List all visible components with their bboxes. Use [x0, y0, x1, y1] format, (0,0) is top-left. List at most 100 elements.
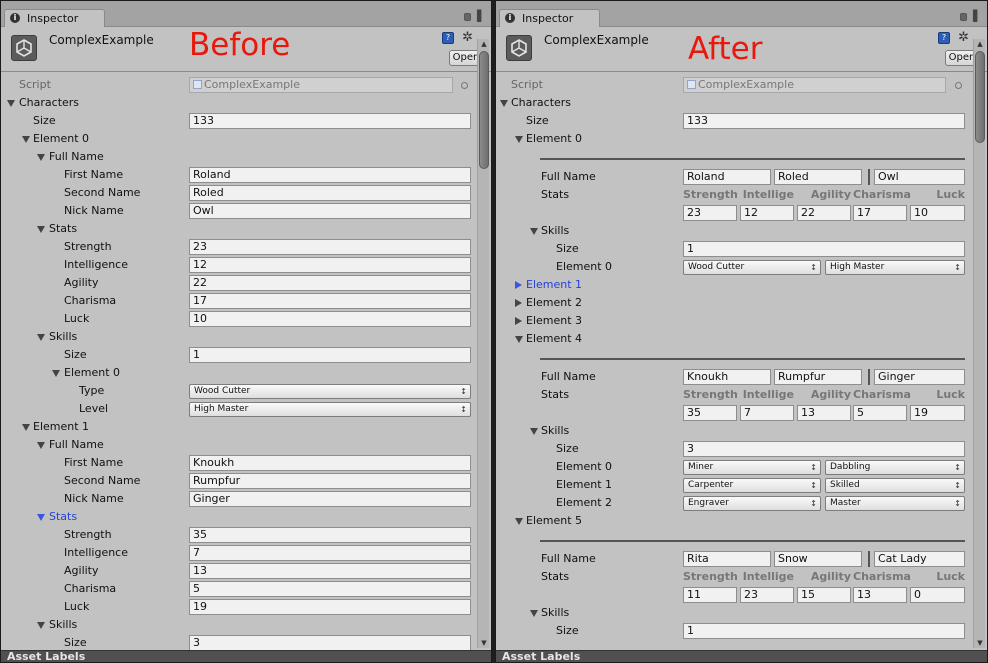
foldout-open-icon[interactable]	[515, 136, 523, 143]
text-field[interactable]: 13	[797, 405, 851, 421]
text-field[interactable]: Knoukh	[189, 455, 471, 471]
text-field[interactable]: 12	[740, 205, 794, 221]
dropdown[interactable]: High Master	[189, 402, 471, 417]
text-field[interactable]: Owl	[874, 169, 965, 185]
text-field[interactable]: 17	[189, 293, 471, 309]
foldout-open-icon[interactable]	[37, 514, 45, 521]
text-field[interactable]: 22	[189, 275, 471, 291]
text-field[interactable]: Ginger	[189, 491, 471, 507]
foldout-open-icon[interactable]	[530, 428, 538, 435]
scrollbar-thumb[interactable]	[479, 51, 489, 169]
text-field[interactable]: 3	[189, 635, 471, 650]
scrollbar[interactable]: ▲ ▼	[477, 39, 489, 648]
tab-inspector[interactable]: i Inspector	[4, 9, 105, 27]
text-field[interactable]: Rumpfur	[189, 473, 471, 489]
text-field[interactable]: 133	[683, 113, 965, 129]
scrollbar-thumb[interactable]	[975, 51, 985, 143]
text-field[interactable]: 23	[189, 239, 471, 255]
scroll-up-icon[interactable]: ▲	[974, 39, 986, 49]
text-field[interactable]: 13	[189, 563, 471, 579]
dropdown[interactable]: Wood Cutter	[683, 260, 821, 275]
text-field[interactable]: 19	[189, 599, 471, 615]
foldout-open-icon[interactable]	[37, 622, 45, 629]
foldout-open-icon[interactable]	[500, 100, 508, 107]
text-field[interactable]: Roled	[189, 185, 471, 201]
text-field[interactable]: Rumpfur	[774, 369, 862, 385]
text-field[interactable]: 13	[853, 587, 907, 603]
text-field[interactable]: Owl	[189, 203, 471, 219]
text-field[interactable]: 10	[189, 311, 471, 327]
text-field[interactable]: Rita	[683, 551, 771, 567]
foldout-open-icon[interactable]	[530, 610, 538, 617]
dropdown[interactable]: Wood Cutter	[189, 384, 471, 399]
text-field[interactable]: Knoukh	[683, 369, 771, 385]
gear-icon[interactable]: ✲	[958, 30, 969, 45]
text-field[interactable]: 1	[683, 241, 965, 257]
tab-inspector[interactable]: i Inspector	[499, 9, 600, 27]
text-field[interactable]: 7	[740, 405, 794, 421]
foldout-open-icon[interactable]	[22, 136, 30, 143]
foldout-open-icon[interactable]	[37, 442, 45, 449]
text-field[interactable]: 1	[683, 623, 965, 639]
foldout-closed-icon[interactable]	[515, 281, 522, 289]
text-field[interactable]: Ginger	[874, 369, 965, 385]
text-field[interactable]: 1	[189, 347, 471, 363]
help-icon[interactable]: ?	[938, 32, 950, 44]
foldout-open-icon[interactable]	[7, 100, 15, 107]
asset-labels-bar[interactable]: Asset Labels	[496, 650, 987, 662]
text-field[interactable]: 19	[910, 405, 965, 421]
text-field[interactable]: 17	[853, 205, 907, 221]
text-field[interactable]: 15	[797, 587, 851, 603]
foldout-closed-icon[interactable]	[515, 299, 522, 307]
text-field[interactable]: 5	[853, 405, 907, 421]
text-field[interactable]: Roland	[189, 167, 471, 183]
menu-icon[interactable]: ▪ ▪ ▪	[476, 8, 485, 25]
text-field[interactable]: 10	[910, 205, 965, 221]
text-field[interactable]: 35	[683, 405, 737, 421]
gear-icon[interactable]: ✲	[462, 30, 473, 45]
menu-icon[interactable]: ▪ ▪ ▪	[972, 8, 981, 25]
scroll-up-icon[interactable]: ▲	[478, 39, 490, 49]
text-field[interactable]: 0	[910, 587, 965, 603]
lock-icon[interactable]	[464, 13, 471, 21]
foldout-closed-icon[interactable]	[515, 317, 522, 325]
foldout-open-icon[interactable]	[52, 370, 60, 377]
scroll-down-icon[interactable]: ▼	[974, 638, 986, 648]
object-picker-icon[interactable]	[955, 82, 962, 89]
object-picker-icon[interactable]	[461, 82, 468, 89]
foldout-open-icon[interactable]	[515, 336, 523, 343]
foldout-open-icon[interactable]	[22, 424, 30, 431]
foldout-open-icon[interactable]	[37, 154, 45, 161]
lock-icon[interactable]	[960, 13, 967, 21]
text-field[interactable]: 12	[189, 257, 471, 273]
text-field[interactable]: 3	[683, 441, 965, 457]
text-field[interactable]: Snow	[774, 551, 862, 567]
foldout-open-icon[interactable]	[515, 518, 523, 525]
text-field[interactable]: 7	[189, 545, 471, 561]
dropdown[interactable]: Skilled	[825, 478, 965, 493]
scrollbar[interactable]: ▲ ▼	[973, 39, 985, 648]
text-field[interactable]: 11	[683, 587, 737, 603]
text-field[interactable]: 35	[189, 527, 471, 543]
dropdown[interactable]: Engraver	[683, 496, 821, 511]
foldout-open-icon[interactable]	[530, 228, 538, 235]
foldout-open-icon[interactable]	[37, 334, 45, 341]
text-field[interactable]: 5	[189, 581, 471, 597]
dropdown[interactable]: High Master	[825, 260, 965, 275]
dropdown[interactable]: Dabbling	[825, 460, 965, 475]
text-field[interactable]: 23	[740, 587, 794, 603]
asset-labels-bar[interactable]: Asset Labels	[1, 650, 491, 662]
help-icon[interactable]: ?	[442, 32, 454, 44]
scroll-down-icon[interactable]: ▼	[478, 638, 490, 648]
dropdown[interactable]: Miner	[683, 460, 821, 475]
text-field[interactable]: Roland	[683, 169, 771, 185]
text-field[interactable]: Cat Lady	[874, 551, 965, 567]
text-field[interactable]: 22	[797, 205, 851, 221]
text-field[interactable]: Roled	[774, 169, 862, 185]
dropdown[interactable]: Carpenter	[683, 478, 821, 493]
stats-values-row: 35 7 13 5 19	[496, 404, 971, 422]
text-field[interactable]: 133	[189, 113, 471, 129]
foldout-open-icon[interactable]	[37, 226, 45, 233]
dropdown[interactable]: Master	[825, 496, 965, 511]
text-field[interactable]: 23	[683, 205, 737, 221]
